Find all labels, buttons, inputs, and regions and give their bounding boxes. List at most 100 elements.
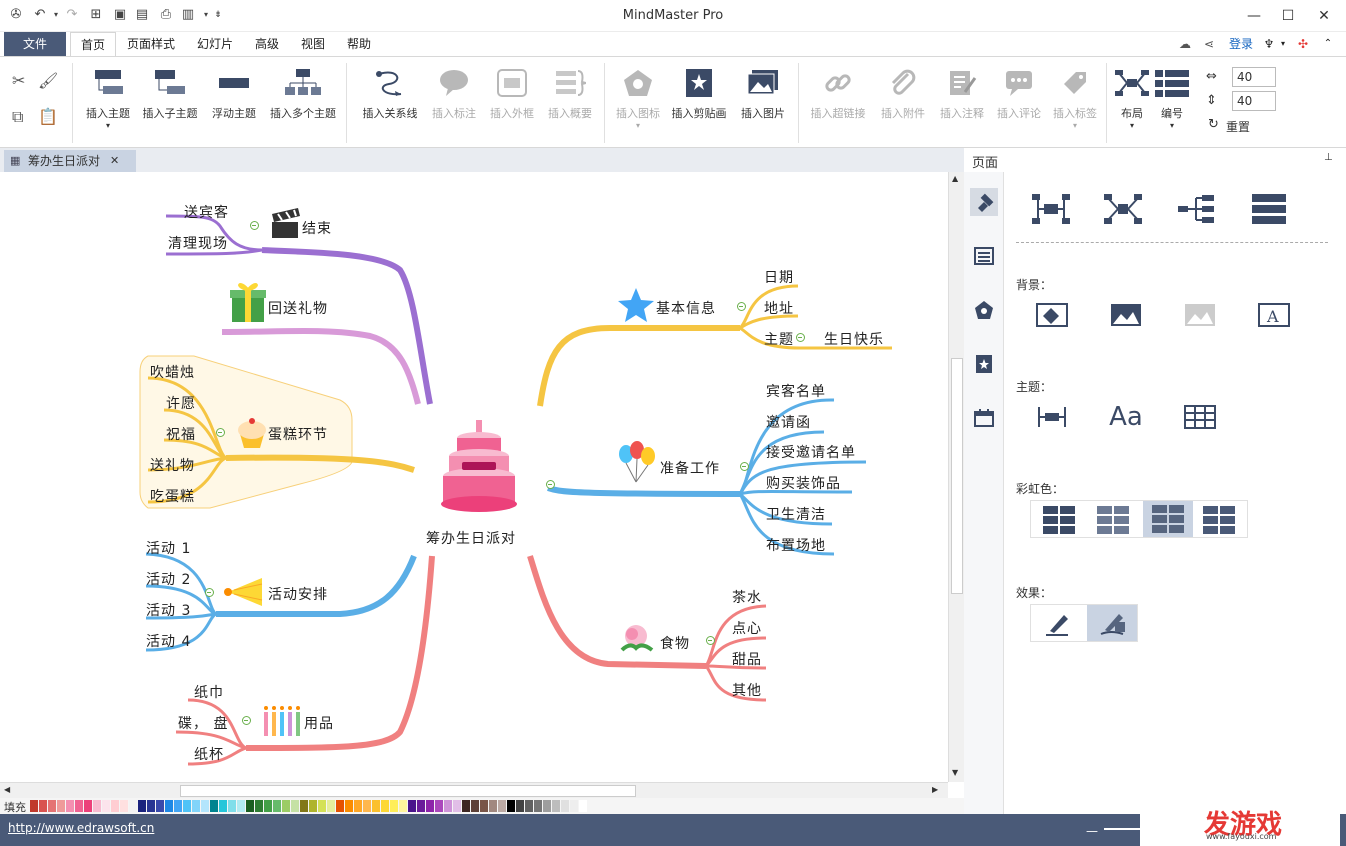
zoom-out-icon[interactable]: —: [1086, 824, 1098, 838]
subtopic[interactable]: 地址: [764, 298, 794, 318]
collapse-toggle-icon[interactable]: [706, 636, 715, 645]
structure-list-icon[interactable]: [1248, 192, 1292, 226]
color-swatch[interactable]: [471, 800, 479, 812]
subtopic[interactable]: 活动 3: [146, 600, 191, 620]
collapse-toggle-icon[interactable]: [242, 716, 251, 725]
topic-food[interactable]: 食物: [660, 633, 690, 653]
color-swatch[interactable]: [228, 800, 236, 812]
subtopic[interactable]: 碟， 盘: [178, 713, 228, 733]
clipart-library-icon[interactable]: [970, 350, 998, 378]
color-swatch[interactable]: [399, 800, 407, 812]
vertical-scrollbar[interactable]: ▲ ▼: [948, 172, 964, 782]
share-icon[interactable]: ⋖: [1200, 32, 1218, 56]
color-swatch[interactable]: [237, 800, 245, 812]
subtopic[interactable]: 祝福: [166, 424, 196, 444]
color-swatch[interactable]: [147, 800, 155, 812]
tab-home[interactable]: 首页: [70, 32, 116, 56]
color-swatch[interactable]: [381, 800, 389, 812]
color-swatch[interactable]: [48, 800, 56, 812]
color-swatch[interactable]: [561, 800, 569, 812]
insert-boundary-button[interactable]: 插入外框: [486, 65, 538, 121]
theme-font-icon[interactable]: Aa: [1104, 400, 1148, 434]
tab-page-style[interactable]: 页面样式: [120, 32, 182, 56]
apps-icon[interactable]: ✣: [1294, 32, 1312, 56]
floating-topic-button[interactable]: 浮动主题: [206, 65, 262, 121]
rainbow-option-4-icon[interactable]: [1197, 503, 1241, 537]
color-swatch[interactable]: [75, 800, 83, 812]
numbering-button[interactable]: 编号 ▾: [1152, 65, 1192, 130]
collapse-toggle-icon[interactable]: [250, 221, 259, 230]
topic-return-gift[interactable]: 回送礼物: [268, 298, 328, 318]
subtopic[interactable]: 纸杯: [194, 744, 224, 764]
color-swatch[interactable]: [480, 800, 488, 812]
reset-button[interactable]: 重置: [1226, 118, 1250, 135]
maximize-icon[interactable]: ☐: [1278, 6, 1298, 26]
color-swatch[interactable]: [174, 800, 182, 812]
subtopic[interactable]: 主题: [764, 329, 794, 349]
collapse-toggle-icon[interactable]: [737, 302, 746, 311]
topic-basic-info[interactable]: 基本信息: [656, 298, 716, 318]
color-swatch[interactable]: [543, 800, 551, 812]
subtopic[interactable]: 甜品: [732, 649, 762, 669]
subtopic[interactable]: 清理现场: [168, 233, 228, 253]
insert-tag-dropdown-icon[interactable]: ▾: [1048, 121, 1102, 130]
color-swatch[interactable]: [165, 800, 173, 812]
subtopic[interactable]: 活动 4: [146, 631, 191, 651]
color-swatch[interactable]: [129, 800, 137, 812]
theme-color-icon[interactable]: [1178, 400, 1222, 434]
color-swatch[interactable]: [336, 800, 344, 812]
color-swatch[interactable]: [192, 800, 200, 812]
insert-topic-dropdown-icon[interactable]: ▾: [80, 121, 136, 130]
insert-relationship-button[interactable]: 插入关系线: [358, 65, 422, 121]
pin-icon[interactable]: ⊥: [1324, 152, 1333, 163]
color-swatch[interactable]: [435, 800, 443, 812]
color-swatch[interactable]: [318, 800, 326, 812]
color-swatch[interactable]: [120, 800, 128, 812]
subtopic[interactable]: 吹蜡烛: [150, 362, 195, 382]
subtopic[interactable]: 宾客名单: [766, 381, 826, 401]
color-swatch[interactable]: [39, 800, 47, 812]
rainbow-option-1-icon[interactable]: [1037, 503, 1081, 537]
style-brush-icon[interactable]: [970, 188, 998, 216]
subtopic[interactable]: 邀请函: [766, 412, 811, 432]
color-swatch[interactable]: [390, 800, 398, 812]
color-swatch[interactable]: [453, 800, 461, 812]
copy-icon[interactable]: ⧉: [12, 107, 23, 127]
subtopic[interactable]: 送宾客: [184, 202, 229, 222]
color-swatch[interactable]: [93, 800, 101, 812]
insert-image-button[interactable]: 插入图片: [734, 65, 792, 121]
collapse-ribbon-icon[interactable]: ⌃: [1320, 32, 1336, 56]
scroll-up-icon[interactable]: ▲: [952, 174, 958, 183]
color-swatch[interactable]: [417, 800, 425, 812]
subtopic[interactable]: 茶水: [732, 587, 762, 607]
horizontal-spacing-input[interactable]: 40: [1232, 67, 1276, 87]
rainbow-option-3-icon[interactable]: [1143, 501, 1193, 537]
color-swatch[interactable]: [363, 800, 371, 812]
color-swatch[interactable]: [102, 800, 110, 812]
subtopic[interactable]: 布置场地: [766, 535, 826, 555]
subtopic[interactable]: 接受邀请名单: [766, 442, 856, 462]
topic-preparation[interactable]: 准备工作: [660, 458, 720, 478]
color-swatch[interactable]: [516, 800, 524, 812]
menu-file[interactable]: 文件: [4, 32, 66, 56]
skin-dropdown-icon[interactable]: ▾: [1278, 32, 1288, 56]
color-swatch[interactable]: [300, 800, 308, 812]
scroll-left-icon[interactable]: ◀: [4, 785, 10, 794]
insert-icon-dropdown-icon[interactable]: ▾: [612, 121, 664, 130]
subtopic[interactable]: 日期: [764, 267, 794, 287]
reset-icon[interactable]: ↻: [1208, 117, 1219, 132]
subtopic[interactable]: 许愿: [166, 393, 196, 413]
color-swatch[interactable]: [111, 800, 119, 812]
color-swatch[interactable]: [579, 800, 587, 812]
color-swatch[interactable]: [57, 800, 65, 812]
collapse-toggle-icon[interactable]: [546, 480, 555, 489]
color-swatch[interactable]: [345, 800, 353, 812]
background-remove-icon[interactable]: [1178, 298, 1222, 332]
cut-icon[interactable]: ✂: [12, 71, 25, 90]
color-swatch[interactable]: [183, 800, 191, 812]
color-swatch[interactable]: [327, 800, 335, 812]
slides-icon[interactable]: [970, 404, 998, 432]
website-link[interactable]: http://www.edrawsoft.cn: [8, 821, 154, 835]
subtopic[interactable]: 吃蛋糕: [150, 486, 195, 506]
tab-view[interactable]: 视图: [292, 32, 334, 56]
